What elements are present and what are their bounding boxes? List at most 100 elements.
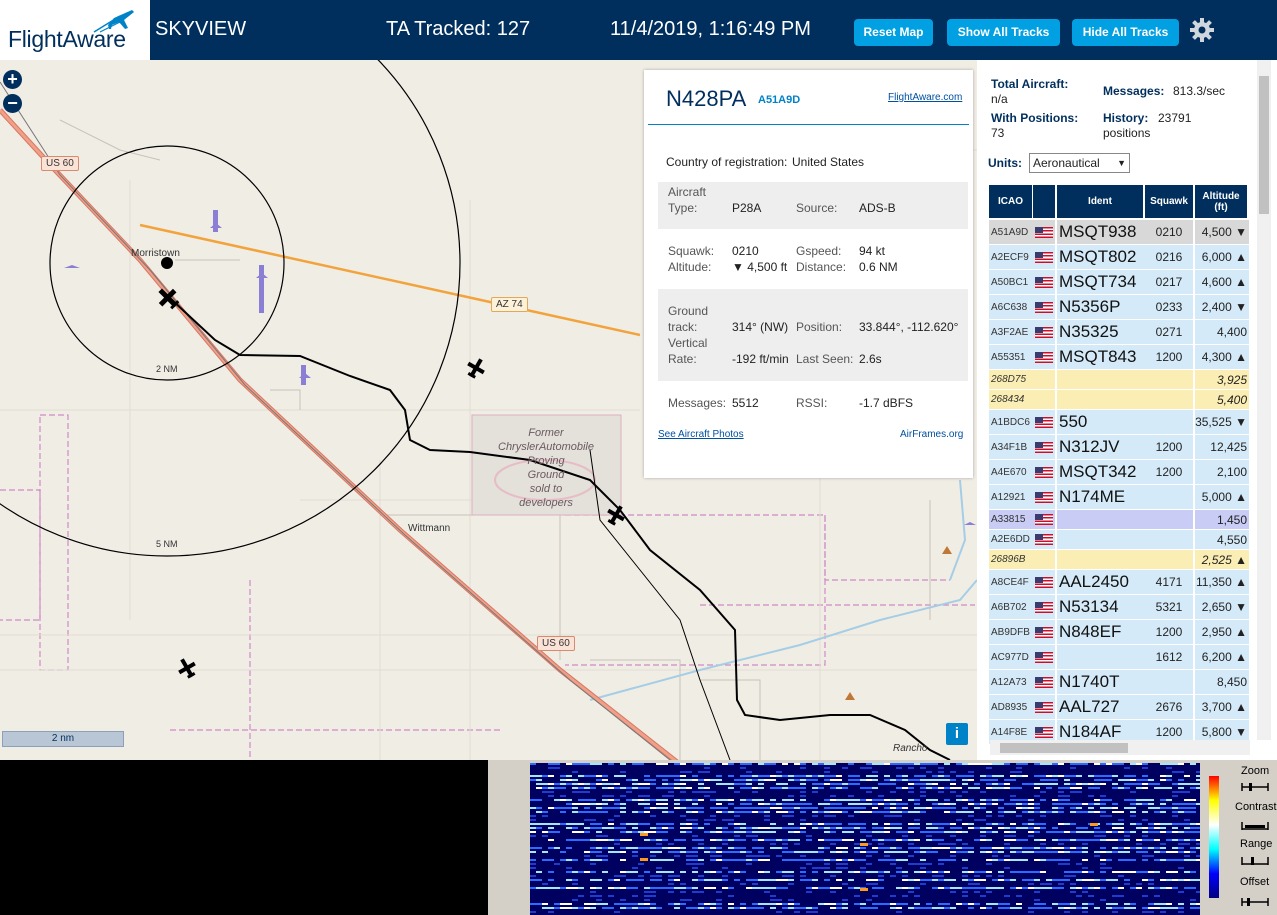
- column-header-ident[interactable]: Ident: [1057, 185, 1143, 218]
- row-altitude: 4,550: [1195, 530, 1249, 549]
- column-header-flag[interactable]: [1033, 185, 1055, 218]
- us-flag-icon: [1035, 726, 1053, 738]
- altitude-value: ▼ 4,500 ft: [732, 260, 788, 274]
- offset-slider[interactable]: [1240, 896, 1270, 908]
- messages-value: 5512: [732, 396, 759, 410]
- row-flag: [1033, 390, 1055, 409]
- us-flag-icon: [1035, 251, 1053, 263]
- row-icao: A33815: [989, 510, 1034, 529]
- aircraft-row[interactable]: 26896B 2,525 ▲: [989, 550, 1249, 570]
- aircraft-row[interactable]: A55351 MSQT843 1200 4,300 ▲: [989, 345, 1249, 370]
- row-altitude: 3,700 ▲: [1195, 695, 1249, 719]
- range-slider[interactable]: [1240, 855, 1270, 867]
- aircraft-row[interactable]: A12921 N174ME 5,000 ▲: [989, 485, 1249, 510]
- row-icao: A3F2AE: [989, 320, 1034, 344]
- row-icao: A8CE4F: [989, 570, 1034, 594]
- aircraft-row[interactable]: A2E6DD 4,550: [989, 530, 1249, 550]
- aircraft-row[interactable]: A6B702 N53134 5321 2,650 ▼: [989, 595, 1249, 620]
- zoom-out-button[interactable]: −: [3, 94, 22, 113]
- current-datetime: 11/4/2019, 1:16:49 PM: [610, 18, 811, 40]
- aircraft-photos-link[interactable]: See Aircraft Photos: [658, 429, 744, 440]
- spectrum-waterfall[interactable]: [530, 763, 1200, 915]
- aircraft-row[interactable]: A2ECF9 MSQT802 0216 6,000 ▲: [989, 245, 1249, 270]
- aircraft-row[interactable]: A50BC1 MSQT734 0217 4,600 ▲: [989, 270, 1249, 295]
- aircraft-row[interactable]: AB9DFB N848EF 1200 2,950 ▲: [989, 620, 1249, 645]
- area-label-line: ChryslerAutomobile: [498, 441, 594, 453]
- row-ident: N53134: [1057, 595, 1145, 619]
- country-label: Country of registration:: [666, 155, 788, 169]
- zoom-in-button[interactable]: +: [3, 70, 22, 89]
- row-icao: A51A9D: [989, 220, 1034, 244]
- vertical-rate-label: Vertical: [668, 336, 708, 350]
- row-ident: N1740T: [1057, 670, 1145, 694]
- ground-track-label-2: track:: [668, 320, 698, 334]
- row-ident: [1057, 370, 1145, 389]
- aircraft-row[interactable]: A6C638 N5356P 0233 2,400 ▼: [989, 295, 1249, 320]
- gear-icon[interactable]: [1189, 17, 1215, 43]
- flightaware-logo[interactable]: FlightAware: [0, 0, 150, 60]
- messages-rate-value: 813.3/sec: [1173, 84, 1226, 98]
- app-name: SKYVIEW: [155, 18, 247, 40]
- aircraft-row[interactable]: A3F2AE N35325 0271 4,400: [989, 320, 1249, 345]
- logo-wordmark: FlightAware: [8, 26, 126, 52]
- aircraft-row[interactable]: AD8935 AAL727 2676 3,700 ▲: [989, 695, 1249, 720]
- us60-shield: US 60: [41, 156, 79, 171]
- reset-map-button[interactable]: Reset Map: [854, 19, 933, 46]
- area-label-line: developers: [519, 497, 573, 509]
- hide-all-tracks-button[interactable]: Hide All Tracks: [1072, 19, 1179, 46]
- row-flag: [1033, 530, 1055, 549]
- row-flag: [1033, 295, 1055, 319]
- airframes-link[interactable]: AirFrames.org: [900, 429, 963, 440]
- aircraft-row[interactable]: A12A73 N1740T 8,450: [989, 670, 1249, 695]
- aircraft-row[interactable]: 268D75 3,925: [989, 370, 1249, 390]
- row-squawk: 0210: [1145, 220, 1193, 244]
- town-label-morristown: Morristown: [131, 248, 180, 259]
- aircraft-row[interactable]: A8CE4F AAL2450 4171 11,350 ▲: [989, 570, 1249, 595]
- row-squawk: 0217: [1145, 270, 1193, 294]
- altitude-label: Altitude:: [668, 260, 712, 274]
- us-flag-icon: [1035, 701, 1053, 713]
- units-select[interactable]: Aeronautical ▼: [1029, 153, 1130, 173]
- squawk-value: 0210: [732, 244, 759, 258]
- aircraft-table-header: ICAO Ident Squawk Altitude (ft): [989, 185, 1247, 218]
- row-flag: [1033, 370, 1055, 389]
- sidebar-horizontal-scroll-thumb[interactable]: [1000, 743, 1128, 753]
- rssi-label: RSSI:: [796, 396, 828, 410]
- column-header-icao[interactable]: ICAO: [989, 185, 1032, 218]
- aircraft-row[interactable]: 268434 5,400: [989, 390, 1249, 410]
- aircraft-row[interactable]: A33815 1,450: [989, 510, 1249, 530]
- area-label-line: Former: [528, 427, 564, 439]
- us-flag-icon: [1035, 676, 1053, 688]
- flightaware-link[interactable]: FlightAware.com: [888, 92, 962, 103]
- row-altitude: 4,300 ▲: [1195, 345, 1249, 369]
- row-ident: [1057, 510, 1145, 529]
- area-label-line: Proving: [527, 455, 565, 467]
- aircraft-row[interactable]: A1BDC6 550 35,525 ▼: [989, 410, 1249, 435]
- contrast-slider[interactable]: [1240, 820, 1270, 832]
- sidebar-vertical-scroll-thumb[interactable]: [1259, 76, 1269, 214]
- row-ident: MSQT342: [1057, 460, 1145, 484]
- history-value: 23791 positions: [1103, 111, 1192, 140]
- column-header-squawk[interactable]: Squawk: [1145, 185, 1193, 218]
- map-attribution-button[interactable]: i: [946, 723, 968, 745]
- contrast-control-label: Contrast: [1235, 801, 1277, 813]
- row-ident: N312JV: [1057, 435, 1145, 459]
- with-positions-label: With Positions:: [991, 111, 1079, 125]
- aircraft-row[interactable]: AC977D 1612 6,200 ▲: [989, 645, 1249, 670]
- us-flag-icon: [1035, 466, 1053, 478]
- show-all-tracks-button[interactable]: Show All Tracks: [947, 19, 1060, 46]
- zoom-slider[interactable]: [1240, 781, 1270, 793]
- column-header-altitude[interactable]: Altitude (ft): [1195, 185, 1247, 218]
- aircraft-row[interactable]: A4E670 MSQT342 1200 2,100: [989, 460, 1249, 485]
- us-flag-icon: [1035, 351, 1053, 363]
- row-flag: [1033, 510, 1055, 529]
- row-squawk: 1200: [1145, 435, 1193, 459]
- distance-label: Distance:: [796, 260, 847, 274]
- row-squawk: 1200: [1145, 620, 1193, 644]
- us-flag-icon: [1035, 276, 1053, 288]
- last-seen-value: 2.6s: [859, 352, 882, 366]
- aircraft-row[interactable]: A51A9D MSQT938 0210 4,500 ▼: [989, 220, 1249, 245]
- row-icao: A1BDC6: [989, 410, 1034, 434]
- aircraft-row[interactable]: A34F1B N312JV 1200 12,425: [989, 435, 1249, 460]
- row-altitude: 11,350 ▲: [1195, 570, 1249, 594]
